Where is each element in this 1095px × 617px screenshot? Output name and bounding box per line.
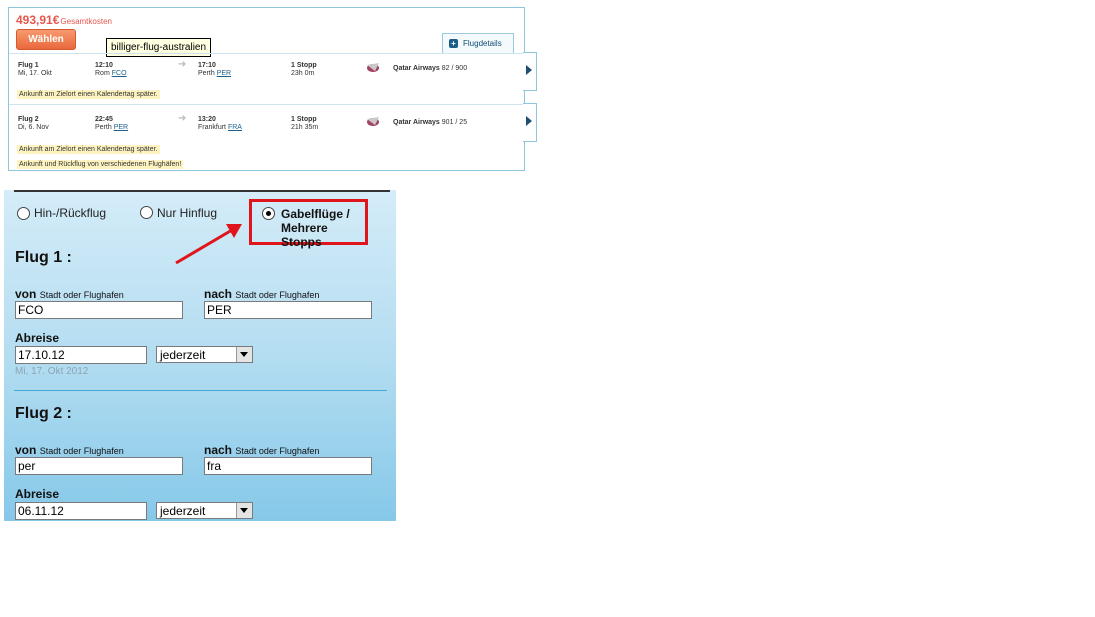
flight-2-heading: Flug 2 : bbox=[15, 405, 72, 422]
departure-city: Rom bbox=[95, 70, 110, 77]
flight-leg-2[interactable]: Flug 2 Di, 6. Nov 22:45 Perth PER ➜ 13:2… bbox=[9, 104, 524, 170]
departure-code[interactable]: PER bbox=[114, 124, 128, 131]
flight-details-label: Flugdetails bbox=[463, 39, 502, 48]
duration: 23h 0m bbox=[291, 70, 315, 77]
panel-top-border bbox=[14, 190, 390, 192]
from-label-2: von Stadt oder Flughafen bbox=[15, 443, 124, 457]
from-label-1: von Stadt oder Flughafen bbox=[15, 287, 124, 301]
notice-next-day: Ankunft am Zielort einen Kalendertag spä… bbox=[17, 90, 160, 99]
leg-date: Mi, 17. Okt bbox=[18, 70, 52, 77]
price-label: Gesamtkosten bbox=[60, 17, 112, 26]
annotation-arrow-icon bbox=[175, 224, 242, 265]
arrival-code[interactable]: PER bbox=[217, 70, 231, 77]
depart-date-input-2[interactable]: 06.11.12 bbox=[15, 502, 147, 520]
to-input-1[interactable]: PER bbox=[204, 301, 372, 319]
arrival-city: Frankfurt bbox=[198, 124, 227, 131]
airline-logo-icon bbox=[367, 63, 379, 72]
depart-label-1: Abreise bbox=[15, 331, 60, 345]
chevron-right-icon bbox=[526, 116, 532, 126]
right-arrow-icon: ➜ bbox=[178, 59, 187, 70]
airline-logo-icon bbox=[367, 117, 379, 126]
airline: Qatar Airways 82 / 900 bbox=[393, 65, 468, 72]
date-hint-1: Mi, 17. Okt 2012 bbox=[15, 366, 89, 377]
radio-multicity[interactable] bbox=[262, 207, 275, 220]
flight-result-card: 493,91€Gesamtkosten Wählen billiger-flug… bbox=[8, 7, 525, 171]
divider bbox=[14, 390, 387, 391]
time-select-2[interactable]: jederzeit bbox=[156, 502, 253, 519]
radio-oneway[interactable] bbox=[140, 206, 153, 219]
notice-next-day: Ankunft am Zielort einen Kalendertag spä… bbox=[17, 145, 160, 154]
departure-city: Perth bbox=[95, 124, 112, 131]
dropdown-arrow-icon[interactable] bbox=[236, 503, 252, 518]
arrival-code[interactable]: FRA bbox=[228, 124, 242, 131]
radio-roundtrip[interactable] bbox=[17, 207, 30, 220]
choose-button[interactable]: Wählen bbox=[16, 29, 76, 50]
leg-date: Di, 6. Nov bbox=[18, 124, 49, 131]
from-input-1[interactable]: FCO bbox=[15, 301, 183, 319]
depart-label-2: Abreise bbox=[15, 487, 60, 501]
to-label-1: nach Stadt oder Flughafen bbox=[204, 287, 320, 301]
duration: 21h 35m bbox=[291, 124, 319, 131]
departure-code[interactable]: FCO bbox=[112, 70, 127, 77]
time-select-1[interactable]: jederzeit bbox=[156, 346, 253, 363]
radio-roundtrip-label[interactable]: Hin-/Rückflug bbox=[34, 206, 106, 220]
arrival-city: Perth bbox=[198, 70, 215, 77]
expand-leg-2-button[interactable] bbox=[523, 103, 537, 142]
expand-leg-1-button[interactable] bbox=[523, 52, 537, 91]
flight-1-heading: Flug 1 : bbox=[15, 249, 72, 266]
flight-number: 901 / 25 bbox=[441, 119, 468, 126]
dropdown-arrow-icon[interactable] bbox=[236, 347, 252, 362]
notice-different-airports: Ankunft und Rückflug von verschiedenen F… bbox=[17, 160, 184, 169]
airline: Qatar Airways 901 / 25 bbox=[393, 119, 468, 126]
search-panel: Hin-/Rückflug Nur Hinflug Gabelflüge / M… bbox=[4, 190, 396, 521]
to-label-2: nach Stadt oder Flughafen bbox=[204, 443, 320, 457]
radio-multicity-label[interactable]: Gabelflüge / Mehrere Stopps bbox=[281, 207, 365, 249]
right-arrow-icon: ➜ bbox=[178, 113, 187, 124]
flight-leg-1[interactable]: Flug 1 Mi, 17. Okt 12:10 Rom FCO ➜ 17:10… bbox=[9, 53, 524, 103]
highlight-box: Gabelflüge / Mehrere Stopps bbox=[249, 199, 368, 249]
to-input-2[interactable]: fra bbox=[204, 457, 372, 475]
flight-details-tab[interactable]: + Flugdetails bbox=[442, 33, 514, 53]
chevron-right-icon bbox=[526, 65, 532, 75]
depart-date-input-1[interactable]: 17.10.12 bbox=[15, 346, 147, 364]
from-input-2[interactable]: per bbox=[15, 457, 183, 475]
flight-number: 82 / 900 bbox=[441, 65, 468, 72]
price-value: 493,91€ bbox=[16, 13, 60, 27]
total-price: 493,91€Gesamtkosten bbox=[16, 13, 112, 27]
plus-icon: + bbox=[449, 39, 458, 48]
